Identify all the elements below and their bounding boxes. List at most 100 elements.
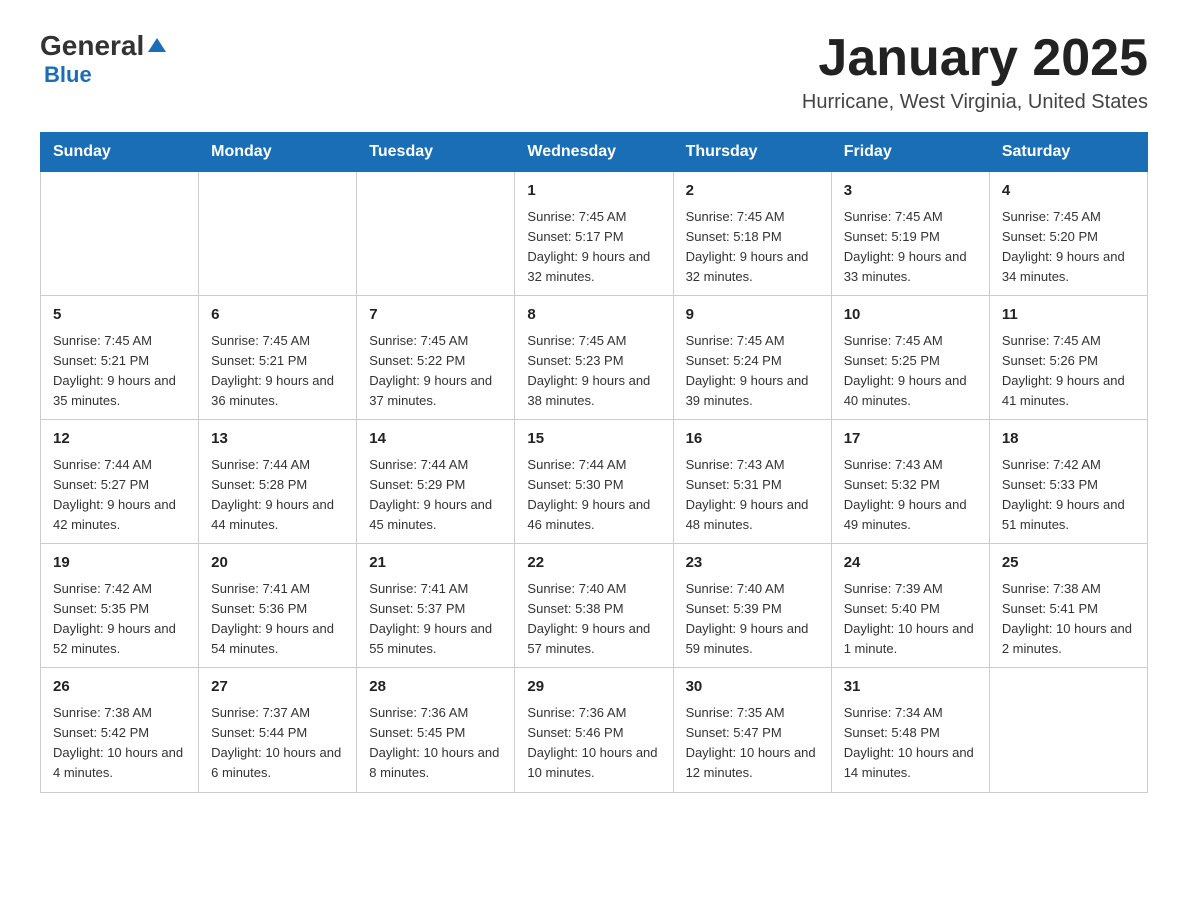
- calendar-cell: 12 Sunrise: 7:44 AM Sunset: 5:27 PM Dayli…: [41, 420, 199, 544]
- calendar-cell: 17 Sunrise: 7:43 AM Sunset: 5:32 PM Dayli…: [831, 420, 989, 544]
- day-number: 7: [369, 304, 502, 327]
- calendar-table: SundayMondayTuesdayWednesdayThursdayFrid…: [40, 132, 1148, 792]
- page-header: General Blue January 2025 Hurricane, Wes…: [40, 30, 1148, 114]
- calendar-cell: 4Sunrise: 7:45 AM Sunset: 5:20 PM Daylig…: [989, 172, 1147, 296]
- day-info: Sunrise: 7:41 AM Sunset: 5:36 PM Dayligh…: [211, 579, 344, 660]
- day-info: Sunrise: 7:39 AM Sunset: 5:40 PM Dayligh…: [844, 579, 977, 660]
- calendar-cell: [199, 172, 357, 296]
- day-info: Sunrise: 7:45 AM Sunset: 5:23 PM Dayligh…: [527, 331, 660, 412]
- day-info: Sunrise: 7:37 AM Sunset: 5:44 PM Dayligh…: [211, 703, 344, 784]
- day-info: Sunrise: 7:44 AM Sunset: 5:28 PM Dayligh…: [211, 455, 344, 536]
- day-number: 6: [211, 304, 344, 327]
- day-number: 31: [844, 676, 977, 699]
- day-number: 25: [1002, 552, 1135, 575]
- day-number: 27: [211, 676, 344, 699]
- calendar-cell: 21Sunrise: 7:41 AM Sunset: 5:37 PM Dayli…: [357, 544, 515, 668]
- calendar-cell: 7 Sunrise: 7:45 AM Sunset: 5:22 PM Daylig…: [357, 296, 515, 420]
- calendar-week-row: 12 Sunrise: 7:44 AM Sunset: 5:27 PM Dayli…: [41, 420, 1148, 544]
- day-info: Sunrise: 7:36 AM Sunset: 5:46 PM Dayligh…: [527, 703, 660, 784]
- day-info: Sunrise: 7:45 AM Sunset: 5:21 PM Dayligh…: [53, 331, 186, 412]
- day-info: Sunrise: 7:45 AM Sunset: 5:19 PM Dayligh…: [844, 207, 977, 288]
- day-number: 14: [369, 428, 502, 451]
- day-number: 26: [53, 676, 186, 699]
- day-number: 20: [211, 552, 344, 575]
- calendar-week-row: 1Sunrise: 7:45 AM Sunset: 5:17 PM Daylig…: [41, 172, 1148, 296]
- day-number: 17: [844, 428, 977, 451]
- calendar-cell: 18Sunrise: 7:42 AM Sunset: 5:33 PM Dayli…: [989, 420, 1147, 544]
- day-info: Sunrise: 7:44 AM Sunset: 5:29 PM Dayligh…: [369, 455, 502, 536]
- day-info: Sunrise: 7:34 AM Sunset: 5:48 PM Dayligh…: [844, 703, 977, 784]
- day-info: Sunrise: 7:45 AM Sunset: 5:21 PM Dayligh…: [211, 331, 344, 412]
- day-number: 5: [53, 304, 186, 327]
- calendar-cell: 22 Sunrise: 7:40 AM Sunset: 5:38 PM Dayli…: [515, 544, 673, 668]
- day-info: Sunrise: 7:45 AM Sunset: 5:20 PM Dayligh…: [1002, 207, 1135, 288]
- day-info: Sunrise: 7:43 AM Sunset: 5:32 PM Dayligh…: [844, 455, 977, 536]
- day-number: 28: [369, 676, 502, 699]
- day-number: 2: [686, 180, 819, 203]
- day-number: 30: [686, 676, 819, 699]
- weekday-header-wednesday: Wednesday: [515, 133, 673, 172]
- day-info: Sunrise: 7:38 AM Sunset: 5:41 PM Dayligh…: [1002, 579, 1135, 660]
- calendar-cell: 2 Sunrise: 7:45 AM Sunset: 5:18 PM Daylig…: [673, 172, 831, 296]
- weekday-header-friday: Friday: [831, 133, 989, 172]
- day-number: 18: [1002, 428, 1135, 451]
- day-info: Sunrise: 7:40 AM Sunset: 5:38 PM Dayligh…: [527, 579, 660, 660]
- calendar-cell: 27 Sunrise: 7:37 AM Sunset: 5:44 PM Dayli…: [199, 668, 357, 792]
- day-number: 9: [686, 304, 819, 327]
- weekday-header-monday: Monday: [199, 133, 357, 172]
- calendar-week-row: 26 Sunrise: 7:38 AM Sunset: 5:42 PM Dayli…: [41, 668, 1148, 792]
- day-number: 12: [53, 428, 186, 451]
- day-number: 11: [1002, 304, 1135, 327]
- day-info: Sunrise: 7:45 AM Sunset: 5:22 PM Dayligh…: [369, 331, 502, 412]
- calendar-cell: 29Sunrise: 7:36 AM Sunset: 5:46 PM Dayli…: [515, 668, 673, 792]
- calendar-week-row: 5 Sunrise: 7:45 AM Sunset: 5:21 PM Daylig…: [41, 296, 1148, 420]
- calendar-cell: 26 Sunrise: 7:38 AM Sunset: 5:42 PM Dayli…: [41, 668, 199, 792]
- calendar-cell: 24Sunrise: 7:39 AM Sunset: 5:40 PM Dayli…: [831, 544, 989, 668]
- calendar-cell: [989, 668, 1147, 792]
- logo: General Blue: [40, 30, 168, 88]
- day-info: Sunrise: 7:45 AM Sunset: 5:18 PM Dayligh…: [686, 207, 819, 288]
- calendar-cell: 1Sunrise: 7:45 AM Sunset: 5:17 PM Daylig…: [515, 172, 673, 296]
- day-info: Sunrise: 7:41 AM Sunset: 5:37 PM Dayligh…: [369, 579, 502, 660]
- weekday-header-sunday: Sunday: [41, 133, 199, 172]
- calendar-cell: 19 Sunrise: 7:42 AM Sunset: 5:35 PM Dayli…: [41, 544, 199, 668]
- logo-triangle-icon: [146, 34, 168, 56]
- calendar-cell: 3Sunrise: 7:45 AM Sunset: 5:19 PM Daylig…: [831, 172, 989, 296]
- day-info: Sunrise: 7:35 AM Sunset: 5:47 PM Dayligh…: [686, 703, 819, 784]
- day-info: Sunrise: 7:38 AM Sunset: 5:42 PM Dayligh…: [53, 703, 186, 784]
- calendar-cell: 28Sunrise: 7:36 AM Sunset: 5:45 PM Dayli…: [357, 668, 515, 792]
- calendar-cell: [41, 172, 199, 296]
- calendar-cell: 11Sunrise: 7:45 AM Sunset: 5:26 PM Dayli…: [989, 296, 1147, 420]
- calendar-cell: 23Sunrise: 7:40 AM Sunset: 5:39 PM Dayli…: [673, 544, 831, 668]
- day-number: 22: [527, 552, 660, 575]
- calendar-cell: 6 Sunrise: 7:45 AM Sunset: 5:21 PM Daylig…: [199, 296, 357, 420]
- calendar-cell: 9 Sunrise: 7:45 AM Sunset: 5:24 PM Daylig…: [673, 296, 831, 420]
- day-info: Sunrise: 7:44 AM Sunset: 5:30 PM Dayligh…: [527, 455, 660, 536]
- calendar-cell: 31 Sunrise: 7:34 AM Sunset: 5:48 PM Dayli…: [831, 668, 989, 792]
- calendar-cell: 5 Sunrise: 7:45 AM Sunset: 5:21 PM Daylig…: [41, 296, 199, 420]
- calendar-cell: 20 Sunrise: 7:41 AM Sunset: 5:36 PM Dayli…: [199, 544, 357, 668]
- logo-general-text: General: [40, 30, 144, 62]
- day-number: 8: [527, 304, 660, 327]
- logo-blue-text: Blue: [44, 62, 92, 88]
- day-info: Sunrise: 7:44 AM Sunset: 5:27 PM Dayligh…: [53, 455, 186, 536]
- calendar-cell: 25 Sunrise: 7:38 AM Sunset: 5:41 PM Dayli…: [989, 544, 1147, 668]
- day-info: Sunrise: 7:45 AM Sunset: 5:24 PM Dayligh…: [686, 331, 819, 412]
- day-number: 13: [211, 428, 344, 451]
- day-info: Sunrise: 7:45 AM Sunset: 5:25 PM Dayligh…: [844, 331, 977, 412]
- calendar-cell: 14 Sunrise: 7:44 AM Sunset: 5:29 PM Dayli…: [357, 420, 515, 544]
- day-number: 10: [844, 304, 977, 327]
- day-number: 16: [686, 428, 819, 451]
- weekday-header-row: SundayMondayTuesdayWednesdayThursdayFrid…: [41, 133, 1148, 172]
- day-number: 15: [527, 428, 660, 451]
- day-info: Sunrise: 7:42 AM Sunset: 5:35 PM Dayligh…: [53, 579, 186, 660]
- calendar-cell: 16Sunrise: 7:43 AM Sunset: 5:31 PM Dayli…: [673, 420, 831, 544]
- calendar-cell: [357, 172, 515, 296]
- weekday-header-saturday: Saturday: [989, 133, 1147, 172]
- day-number: 1: [527, 180, 660, 203]
- weekday-header-tuesday: Tuesday: [357, 133, 515, 172]
- day-number: 23: [686, 552, 819, 575]
- title-block: January 2025 Hurricane, West Virginia, U…: [802, 30, 1148, 114]
- weekday-header-thursday: Thursday: [673, 133, 831, 172]
- day-number: 19: [53, 552, 186, 575]
